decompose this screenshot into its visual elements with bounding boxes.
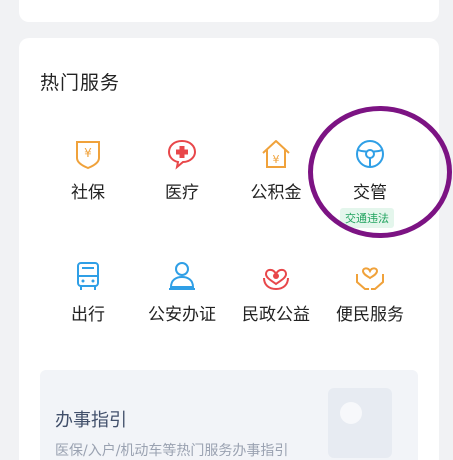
guide-subtitle: 医保/入户/机动车等热门服务办事指引 <box>55 443 289 459</box>
guide-title: 办事指引 <box>55 410 127 431</box>
service-label: 便民服务 <box>336 305 404 325</box>
social-security-icon: ¥ <box>72 138 104 170</box>
service-label: 民政公益 <box>242 305 310 325</box>
service-convenience[interactable]: 便民服务 <box>322 260 418 340</box>
medical-icon <box>166 138 198 170</box>
service-label: 社保 <box>71 183 105 203</box>
service-label: 医疗 <box>165 183 199 203</box>
guide-illustration <box>328 388 392 458</box>
housing-fund-icon: ¥ <box>260 138 292 170</box>
service-label: 出行 <box>71 305 105 325</box>
helping-hands-icon <box>354 260 386 292</box>
service-label: 公积金 <box>250 183 302 203</box>
police-id-icon <box>166 260 198 292</box>
highlight-circle-annotation <box>308 106 452 238</box>
previous-card <box>19 0 439 22</box>
service-travel[interactable]: 出行 <box>40 260 136 340</box>
svg-text:¥: ¥ <box>84 146 92 160</box>
bus-icon <box>72 260 104 292</box>
charity-heart-icon <box>260 260 292 292</box>
service-police-id[interactable]: 公安办证 <box>134 260 230 340</box>
service-guide-banner[interactable]: 办事指引 医保/入户/机动车等热门服务办事指引 <box>40 370 418 460</box>
svg-text:¥: ¥ <box>273 153 280 166</box>
service-civil-affairs[interactable]: 民政公益 <box>228 260 324 340</box>
service-social-security[interactable]: ¥ 社保 <box>40 138 136 218</box>
service-medical[interactable]: 医疗 <box>134 138 230 218</box>
section-title: 热门服务 <box>40 72 121 94</box>
service-label: 公安办证 <box>148 305 216 325</box>
